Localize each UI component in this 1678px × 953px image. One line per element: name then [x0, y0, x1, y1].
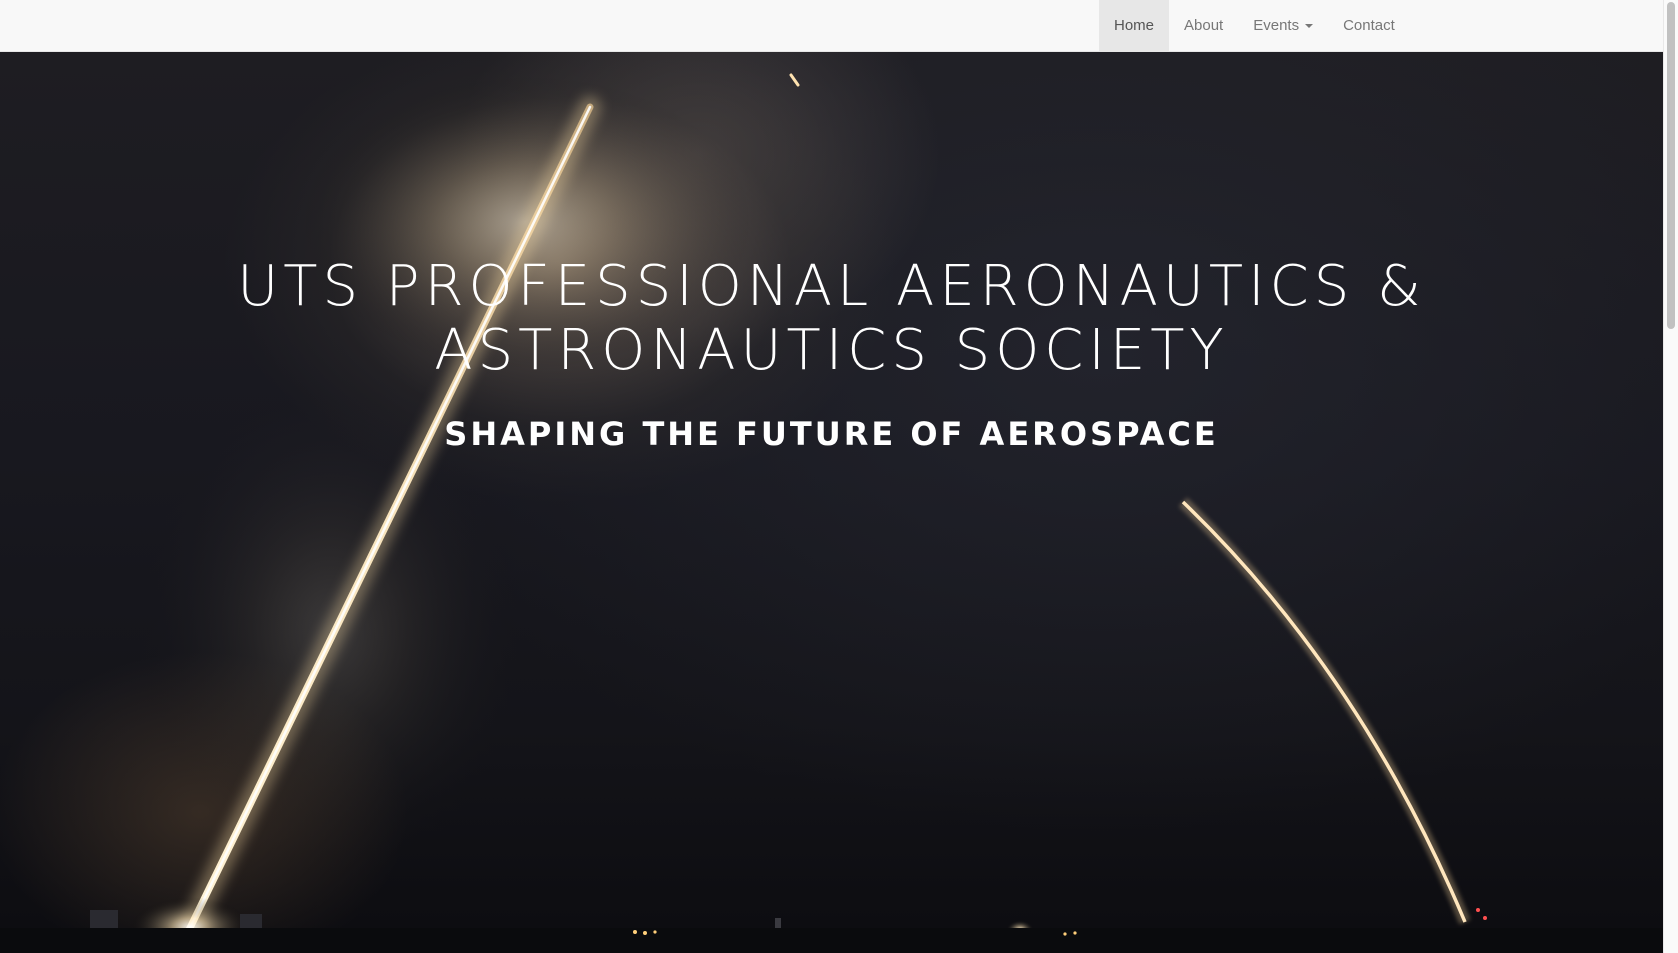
hero-title-line2: ASTRONAUTICS SOCIETY	[434, 318, 1229, 383]
hero-banner: UTS PROFESSIONAL AERONAUTICS & ASTRONAUT…	[0, 52, 1663, 953]
navbar: Home About Events Contact	[0, 0, 1663, 52]
nav-contact-label: Contact	[1343, 17, 1395, 34]
nav-about-label: About	[1184, 17, 1224, 34]
nav-contact-link[interactable]: Contact	[1328, 0, 1410, 51]
nav-about-link[interactable]: About	[1169, 0, 1238, 51]
hero-subtitle: SHAPING THE FUTURE OF AEROSPACE	[444, 415, 1219, 453]
nav-events-dropdown[interactable]: Events	[1238, 0, 1328, 51]
nav-home-label: Home	[1114, 17, 1155, 34]
nav-menu: Home About Events Contact	[1099, 0, 1410, 51]
page: Home About Events Contact UTS PROFESSION…	[0, 0, 1678, 953]
nav-home-link[interactable]: Home	[1099, 0, 1170, 51]
nav-events-label: Events	[1253, 17, 1300, 34]
rocket-launch-background-image	[0, 72, 1663, 953]
vertical-scrollbar[interactable]	[1663, 0, 1678, 953]
hero-title-line1: UTS PROFESSIONAL AERONAUTICS &	[237, 254, 1426, 319]
caret-down-icon	[1305, 23, 1314, 28]
hero-title: UTS PROFESSIONAL AERONAUTICS & ASTRONAUT…	[0, 255, 1663, 383]
scrollbar-thumb[interactable]	[1667, 2, 1675, 329]
